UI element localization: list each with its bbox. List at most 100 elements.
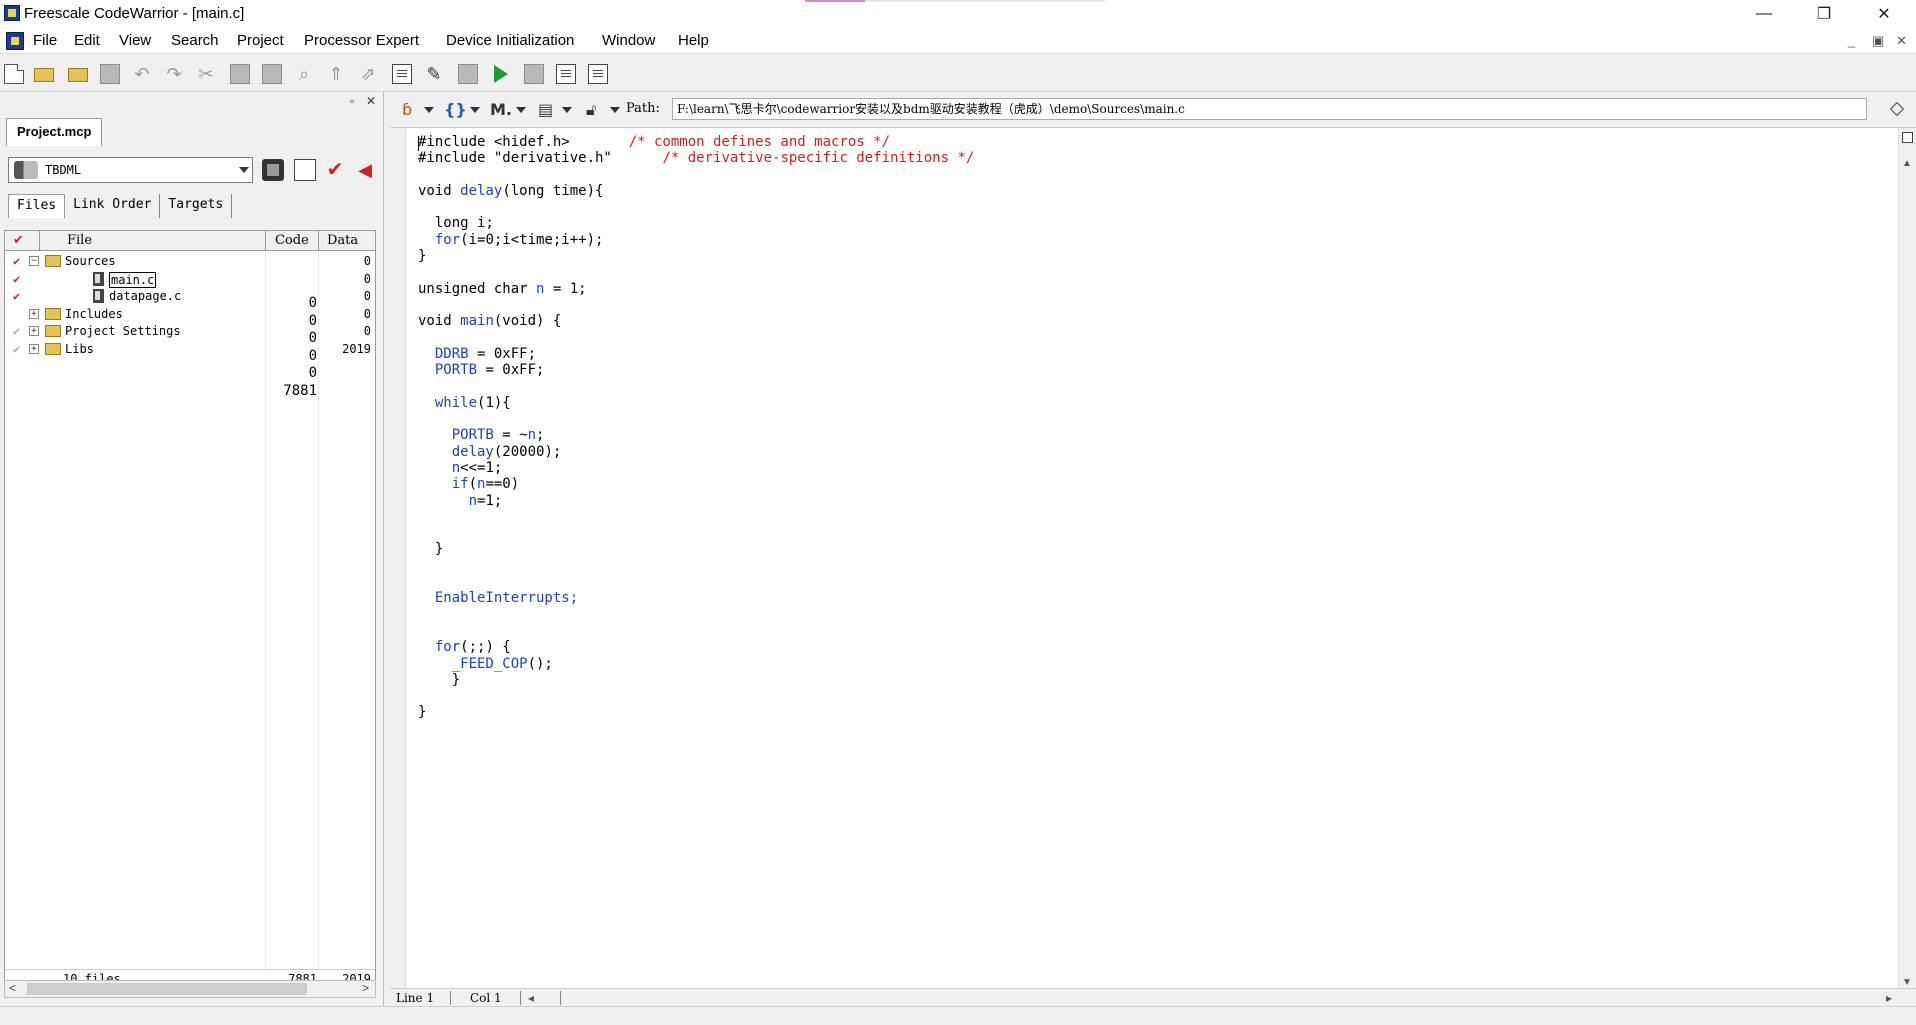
file-name[interactable]: Sources: [65, 253, 116, 270]
target-settings-icon[interactable]: [588, 64, 608, 84]
menu-project[interactable]: Project: [237, 32, 284, 49]
code-line[interactable]: while(1){: [418, 395, 974, 411]
check-mark-icon[interactable]: ✔: [13, 271, 20, 288]
code-line[interactable]: [418, 411, 974, 427]
expand-icon[interactable]: +: [29, 343, 39, 354]
mdi-close-button[interactable]: ✕: [1896, 33, 1907, 49]
find-icon[interactable]: ⌕: [294, 64, 314, 84]
scrollbar-thumb[interactable]: [27, 983, 307, 995]
column-code[interactable]: Code: [275, 233, 309, 248]
menu-view[interactable]: View: [119, 32, 151, 49]
restore-button[interactable]: ❐: [1796, 0, 1852, 28]
minimize-button[interactable]: —: [1736, 0, 1792, 28]
file-name[interactable]: Includes: [65, 306, 123, 323]
expand-icon[interactable]: +: [29, 308, 39, 319]
paste-icon[interactable]: [262, 64, 282, 84]
code-line[interactable]: delay(20000);: [418, 444, 974, 460]
code-line[interactable]: long i;: [418, 215, 974, 231]
code-line[interactable]: }: [418, 704, 974, 720]
file-row[interactable]: + Includes 0 0: [5, 306, 375, 364]
code-line[interactable]: [418, 509, 974, 525]
column-data[interactable]: Data: [327, 233, 358, 248]
file-name[interactable]: Project Settings: [65, 323, 181, 340]
file-row[interactable]: ✔ − Sources 0 0: [5, 253, 375, 311]
scroll-left-icon[interactable]: <: [9, 981, 16, 995]
editor-vertical-scrollbar[interactable]: ▲ ▼: [1898, 128, 1916, 994]
debug-tag-icon[interactable]: ◀: [354, 159, 376, 181]
column-file[interactable]: File: [67, 233, 92, 248]
close-button[interactable]: ✕: [1856, 0, 1912, 28]
file-row[interactable]: ✔ main.c 0 0: [5, 271, 375, 329]
chevron-down-icon[interactable]: [562, 107, 572, 113]
new-project-icon[interactable]: [34, 68, 54, 82]
target-settings-chip-icon[interactable]: [262, 159, 284, 181]
code-line[interactable]: _FEED_COP();: [418, 656, 974, 672]
code-line[interactable]: n=1;: [418, 493, 974, 509]
scroll-right-icon[interactable]: ▸: [1886, 989, 1892, 1007]
compile-icon[interactable]: [392, 64, 412, 84]
undo-icon[interactable]: ↶: [132, 64, 152, 84]
code-line[interactable]: [418, 264, 974, 280]
code-line[interactable]: unsigned char n = 1;: [418, 281, 974, 297]
markers-icon[interactable]: M.: [490, 100, 512, 119]
scroll-left-icon[interactable]: ◂: [528, 989, 534, 1007]
code-line[interactable]: #include <hidef.h> /* common defines and…: [418, 134, 974, 150]
code-line[interactable]: PORTB = ~n;: [418, 427, 974, 443]
code-line[interactable]: #include "derivative.h" /* derivative-sp…: [418, 150, 974, 166]
code-line[interactable]: [418, 330, 974, 346]
expand-icon[interactable]: +: [29, 326, 39, 336]
code-line[interactable]: [418, 623, 974, 639]
mdi-minimize-button[interactable]: _: [1848, 33, 1855, 48]
check-mark-icon[interactable]: ✔: [13, 323, 20, 340]
code-line[interactable]: [418, 199, 974, 215]
tab-files[interactable]: Files: [8, 194, 66, 218]
stop-icon[interactable]: [524, 64, 544, 84]
file-row[interactable]: ✔ + Libs 7881 2019: [5, 341, 375, 399]
save-icon[interactable]: [100, 64, 120, 84]
scroll-down-icon[interactable]: ▼: [1902, 977, 1912, 988]
lock-icon[interactable]: 🔓︎: [586, 100, 596, 120]
check-column-icon[interactable]: ✔: [13, 233, 24, 248]
check-mark-icon[interactable]: ✔: [13, 253, 20, 270]
code-line[interactable]: for(i=0;i<time;i++);: [418, 232, 974, 248]
open-icon[interactable]: [68, 68, 88, 82]
tab-targets[interactable]: Targets: [160, 194, 233, 218]
file-row[interactable]: ✔ + Project Settings 0 0: [5, 323, 375, 381]
collapse-icon[interactable]: −: [29, 256, 39, 266]
file-name[interactable]: main.c: [109, 271, 157, 288]
functions-icon[interactable]: {}: [444, 100, 467, 119]
file-name[interactable]: Libs: [65, 341, 94, 358]
code-line[interactable]: [418, 607, 974, 623]
project-tab[interactable]: Project.mcp: [6, 118, 103, 146]
file-row[interactable]: ✔ datapage.c 0 0: [5, 288, 375, 346]
code-line[interactable]: [418, 297, 974, 313]
split-box-icon[interactable]: [1902, 132, 1913, 143]
chevron-down-icon[interactable]: [470, 107, 480, 113]
project-settings-icon[interactable]: [556, 64, 576, 84]
synchronize-icon[interactable]: [294, 159, 316, 181]
code-line[interactable]: [418, 558, 974, 574]
editor-horizontal-scrollbar[interactable]: [560, 991, 1876, 1005]
pane-pin-button[interactable]: ▫: [350, 94, 354, 108]
scroll-up-icon[interactable]: ▲: [1902, 158, 1912, 169]
code-line[interactable]: n<<=1;: [418, 460, 974, 476]
code-line[interactable]: PORTB = 0xFF;: [418, 362, 974, 378]
debug-run-icon[interactable]: [494, 65, 508, 83]
code-line[interactable]: void delay(long time){: [418, 183, 974, 199]
chevron-down-icon[interactable]: [516, 107, 526, 113]
scroll-right-icon[interactable]: >: [362, 981, 369, 995]
new-file-icon[interactable]: [4, 64, 24, 84]
file-list-scrollbar[interactable]: < >: [4, 980, 376, 998]
redo-icon[interactable]: ↷: [164, 64, 184, 84]
menu-edit[interactable]: Edit: [74, 32, 100, 49]
check-mark-icon[interactable]: ✔: [13, 341, 20, 358]
mdi-restore-button[interactable]: ▣: [1872, 33, 1884, 49]
menu-search[interactable]: Search: [171, 32, 219, 49]
menu-processor-expert[interactable]: Processor Expert: [304, 32, 419, 49]
code-line[interactable]: [418, 574, 974, 590]
document-window-icon[interactable]: [6, 32, 24, 50]
chevron-down-icon[interactable]: [610, 107, 620, 113]
code-text[interactable]: #include <hidef.h> /* common defines and…: [418, 134, 974, 721]
code-line[interactable]: [418, 378, 974, 394]
code-line[interactable]: }: [418, 541, 974, 557]
